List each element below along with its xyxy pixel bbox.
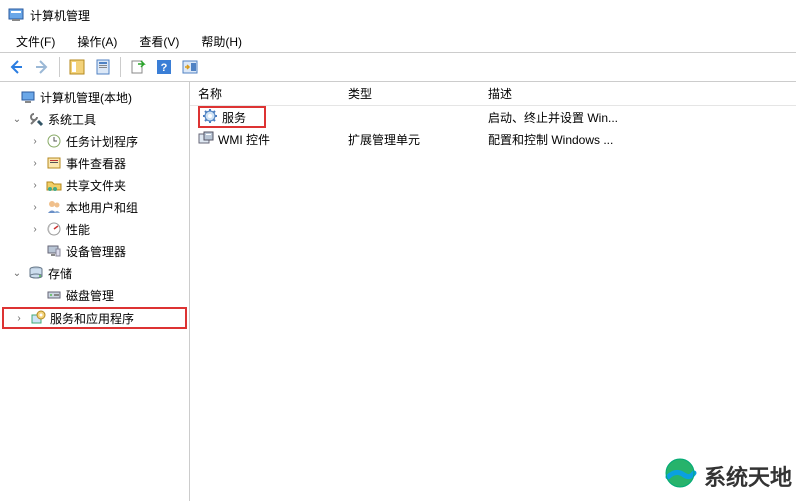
clock-icon <box>46 133 62 149</box>
menu-file[interactable]: 文件(F) <box>6 31 65 52</box>
computer-icon <box>20 89 36 105</box>
disk-icon <box>46 287 62 303</box>
action-pane-button[interactable] <box>178 55 202 79</box>
list-body[interactable]: 服务 启动、终止并设置 Win... WMI 控件 扩展管理单元 配置和控制 W… <box>190 106 796 499</box>
wmi-icon <box>198 130 214 149</box>
expand-icon[interactable]: › <box>12 313 26 324</box>
tree-label: 系统工具 <box>48 111 96 128</box>
tree-services-apps[interactable]: › 服务和应用程序 <box>2 307 187 329</box>
highlight-box: 服务 <box>198 106 266 128</box>
menu-bar: 文件(F) 操作(A) 查看(V) 帮助(H) <box>0 30 796 52</box>
back-button[interactable] <box>4 55 28 79</box>
cell-desc: 配置和控制 Windows ... <box>488 131 796 148</box>
expand-icon[interactable]: › <box>28 202 42 213</box>
cell-name: 服务 <box>222 109 246 126</box>
tree-disk-management[interactable]: 磁盘管理 <box>2 284 187 306</box>
cell-name: WMI 控件 <box>218 131 270 148</box>
header-name[interactable]: 名称 <box>198 85 348 102</box>
menu-view[interactable]: 查看(V) <box>129 31 189 52</box>
services-apps-icon <box>30 310 46 326</box>
menu-action[interactable]: 操作(A) <box>67 31 127 52</box>
collapse-icon[interactable]: ⌄ <box>10 114 24 125</box>
tree-label: 性能 <box>66 221 90 238</box>
header-desc[interactable]: 描述 <box>488 85 796 102</box>
event-icon <box>46 155 62 171</box>
expand-icon[interactable]: › <box>28 158 42 169</box>
header-type[interactable]: 类型 <box>348 85 488 102</box>
tree-root[interactable]: 计算机管理(本地) <box>2 86 187 108</box>
collapse-icon[interactable]: ⌄ <box>10 268 24 279</box>
title-bar: 计算机管理 <box>0 0 796 30</box>
tree-storage[interactable]: ⌄ 存储 <box>2 262 187 284</box>
tree-label: 本地用户和组 <box>66 199 138 216</box>
tree-label: 计算机管理(本地) <box>40 89 132 106</box>
tree-label: 任务计划程序 <box>66 133 138 150</box>
tree-system-tools[interactable]: ⌄ 系统工具 <box>2 108 187 130</box>
expand-icon[interactable]: › <box>28 136 42 147</box>
toolbar-separator <box>59 57 60 77</box>
tree-local-users[interactable]: › 本地用户和组 <box>2 196 187 218</box>
cell-desc: 启动、终止并设置 Win... <box>488 109 796 126</box>
tree-pane[interactable]: 计算机管理(本地) ⌄ 系统工具 › 任务计划程序 › 事件查看器 › 共享文件… <box>0 82 190 501</box>
toolbar-separator <box>120 57 121 77</box>
tree-label: 设备管理器 <box>66 243 126 260</box>
list-row-wmi[interactable]: WMI 控件 扩展管理单元 配置和控制 Windows ... <box>194 128 796 150</box>
watermark: 系统天地 <box>662 455 792 497</box>
export-button[interactable] <box>126 55 150 79</box>
tree-task-scheduler[interactable]: › 任务计划程序 <box>2 130 187 152</box>
tree-label: 事件查看器 <box>66 155 126 172</box>
tree-event-viewer[interactable]: › 事件查看器 <box>2 152 187 174</box>
list-pane: 名称 类型 描述 服务 启动、终止并设置 Win... WMI <box>190 82 796 501</box>
tree-label: 磁盘管理 <box>66 287 114 304</box>
show-hide-tree-button[interactable] <box>65 55 89 79</box>
tree-performance[interactable]: › 性能 <box>2 218 187 240</box>
tree-label: 服务和应用程序 <box>50 310 134 327</box>
list-row-services[interactable]: 服务 启动、终止并设置 Win... <box>194 106 796 128</box>
cell-type: 扩展管理单元 <box>348 131 488 148</box>
main-area: 计算机管理(本地) ⌄ 系统工具 › 任务计划程序 › 事件查看器 › 共享文件… <box>0 82 796 501</box>
globe-icon <box>662 455 698 497</box>
tree-label: 共享文件夹 <box>66 177 126 194</box>
help-button[interactable]: ? <box>152 55 176 79</box>
tools-icon <box>28 111 44 127</box>
menu-help[interactable]: 帮助(H) <box>191 31 252 52</box>
performance-icon <box>46 221 62 237</box>
toolbar: ? <box>0 52 796 82</box>
properties-button[interactable] <box>91 55 115 79</box>
users-icon <box>46 199 62 215</box>
tree-label: 存储 <box>48 265 72 282</box>
svg-text:?: ? <box>161 62 168 74</box>
device-icon <box>46 243 62 259</box>
tree-device-manager[interactable]: 设备管理器 <box>2 240 187 262</box>
shared-folder-icon <box>46 177 62 193</box>
list-header: 名称 类型 描述 <box>190 82 796 106</box>
gear-icon <box>202 108 218 127</box>
app-icon <box>8 7 24 23</box>
expand-icon[interactable]: › <box>28 224 42 235</box>
forward-button[interactable] <box>30 55 54 79</box>
expand-icon[interactable]: › <box>28 180 42 191</box>
window-title: 计算机管理 <box>30 7 90 24</box>
tree-shared-folders[interactable]: › 共享文件夹 <box>2 174 187 196</box>
watermark-text: 系统天地 <box>704 460 792 492</box>
storage-icon <box>28 265 44 281</box>
